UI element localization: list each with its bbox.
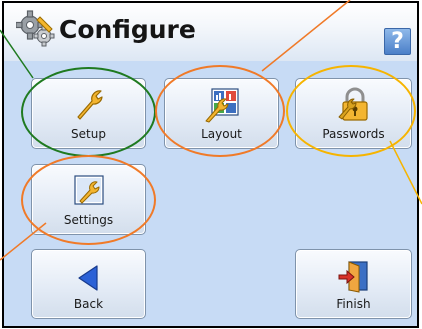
settings-label: Settings: [63, 213, 114, 227]
exit-door-icon: [338, 261, 368, 293]
passwords-label: Passwords: [322, 127, 385, 141]
passwords-button[interactable]: Passwords: [295, 78, 412, 149]
gear-icon: [16, 10, 55, 47]
page-title: Configure: [59, 15, 196, 44]
help-button[interactable]: ?: [384, 28, 411, 55]
padlock-wrench-icon: [338, 87, 368, 121]
title-bar: Configure ?: [4, 3, 417, 61]
back-label: Back: [73, 297, 104, 311]
help-icon: ?: [391, 29, 404, 54]
setup-label: Setup: [71, 127, 106, 141]
settings-button[interactable]: Settings: [31, 164, 146, 235]
configure-screen: Configure ? Setup Layout Passwords Setti…: [2, 1, 419, 328]
setup-button[interactable]: Setup: [31, 78, 146, 149]
back-button[interactable]: Back: [31, 249, 146, 319]
finish-button[interactable]: Finish: [295, 249, 412, 319]
finish-label: Finish: [336, 297, 371, 311]
layout-label: Layout: [201, 127, 242, 141]
back-arrow-icon: [77, 265, 98, 291]
layout-button[interactable]: Layout: [164, 78, 279, 149]
layout-grid-wrench-icon: [205, 88, 239, 123]
wrench-document-icon: [73, 175, 104, 205]
wrench-icon: [76, 90, 103, 120]
